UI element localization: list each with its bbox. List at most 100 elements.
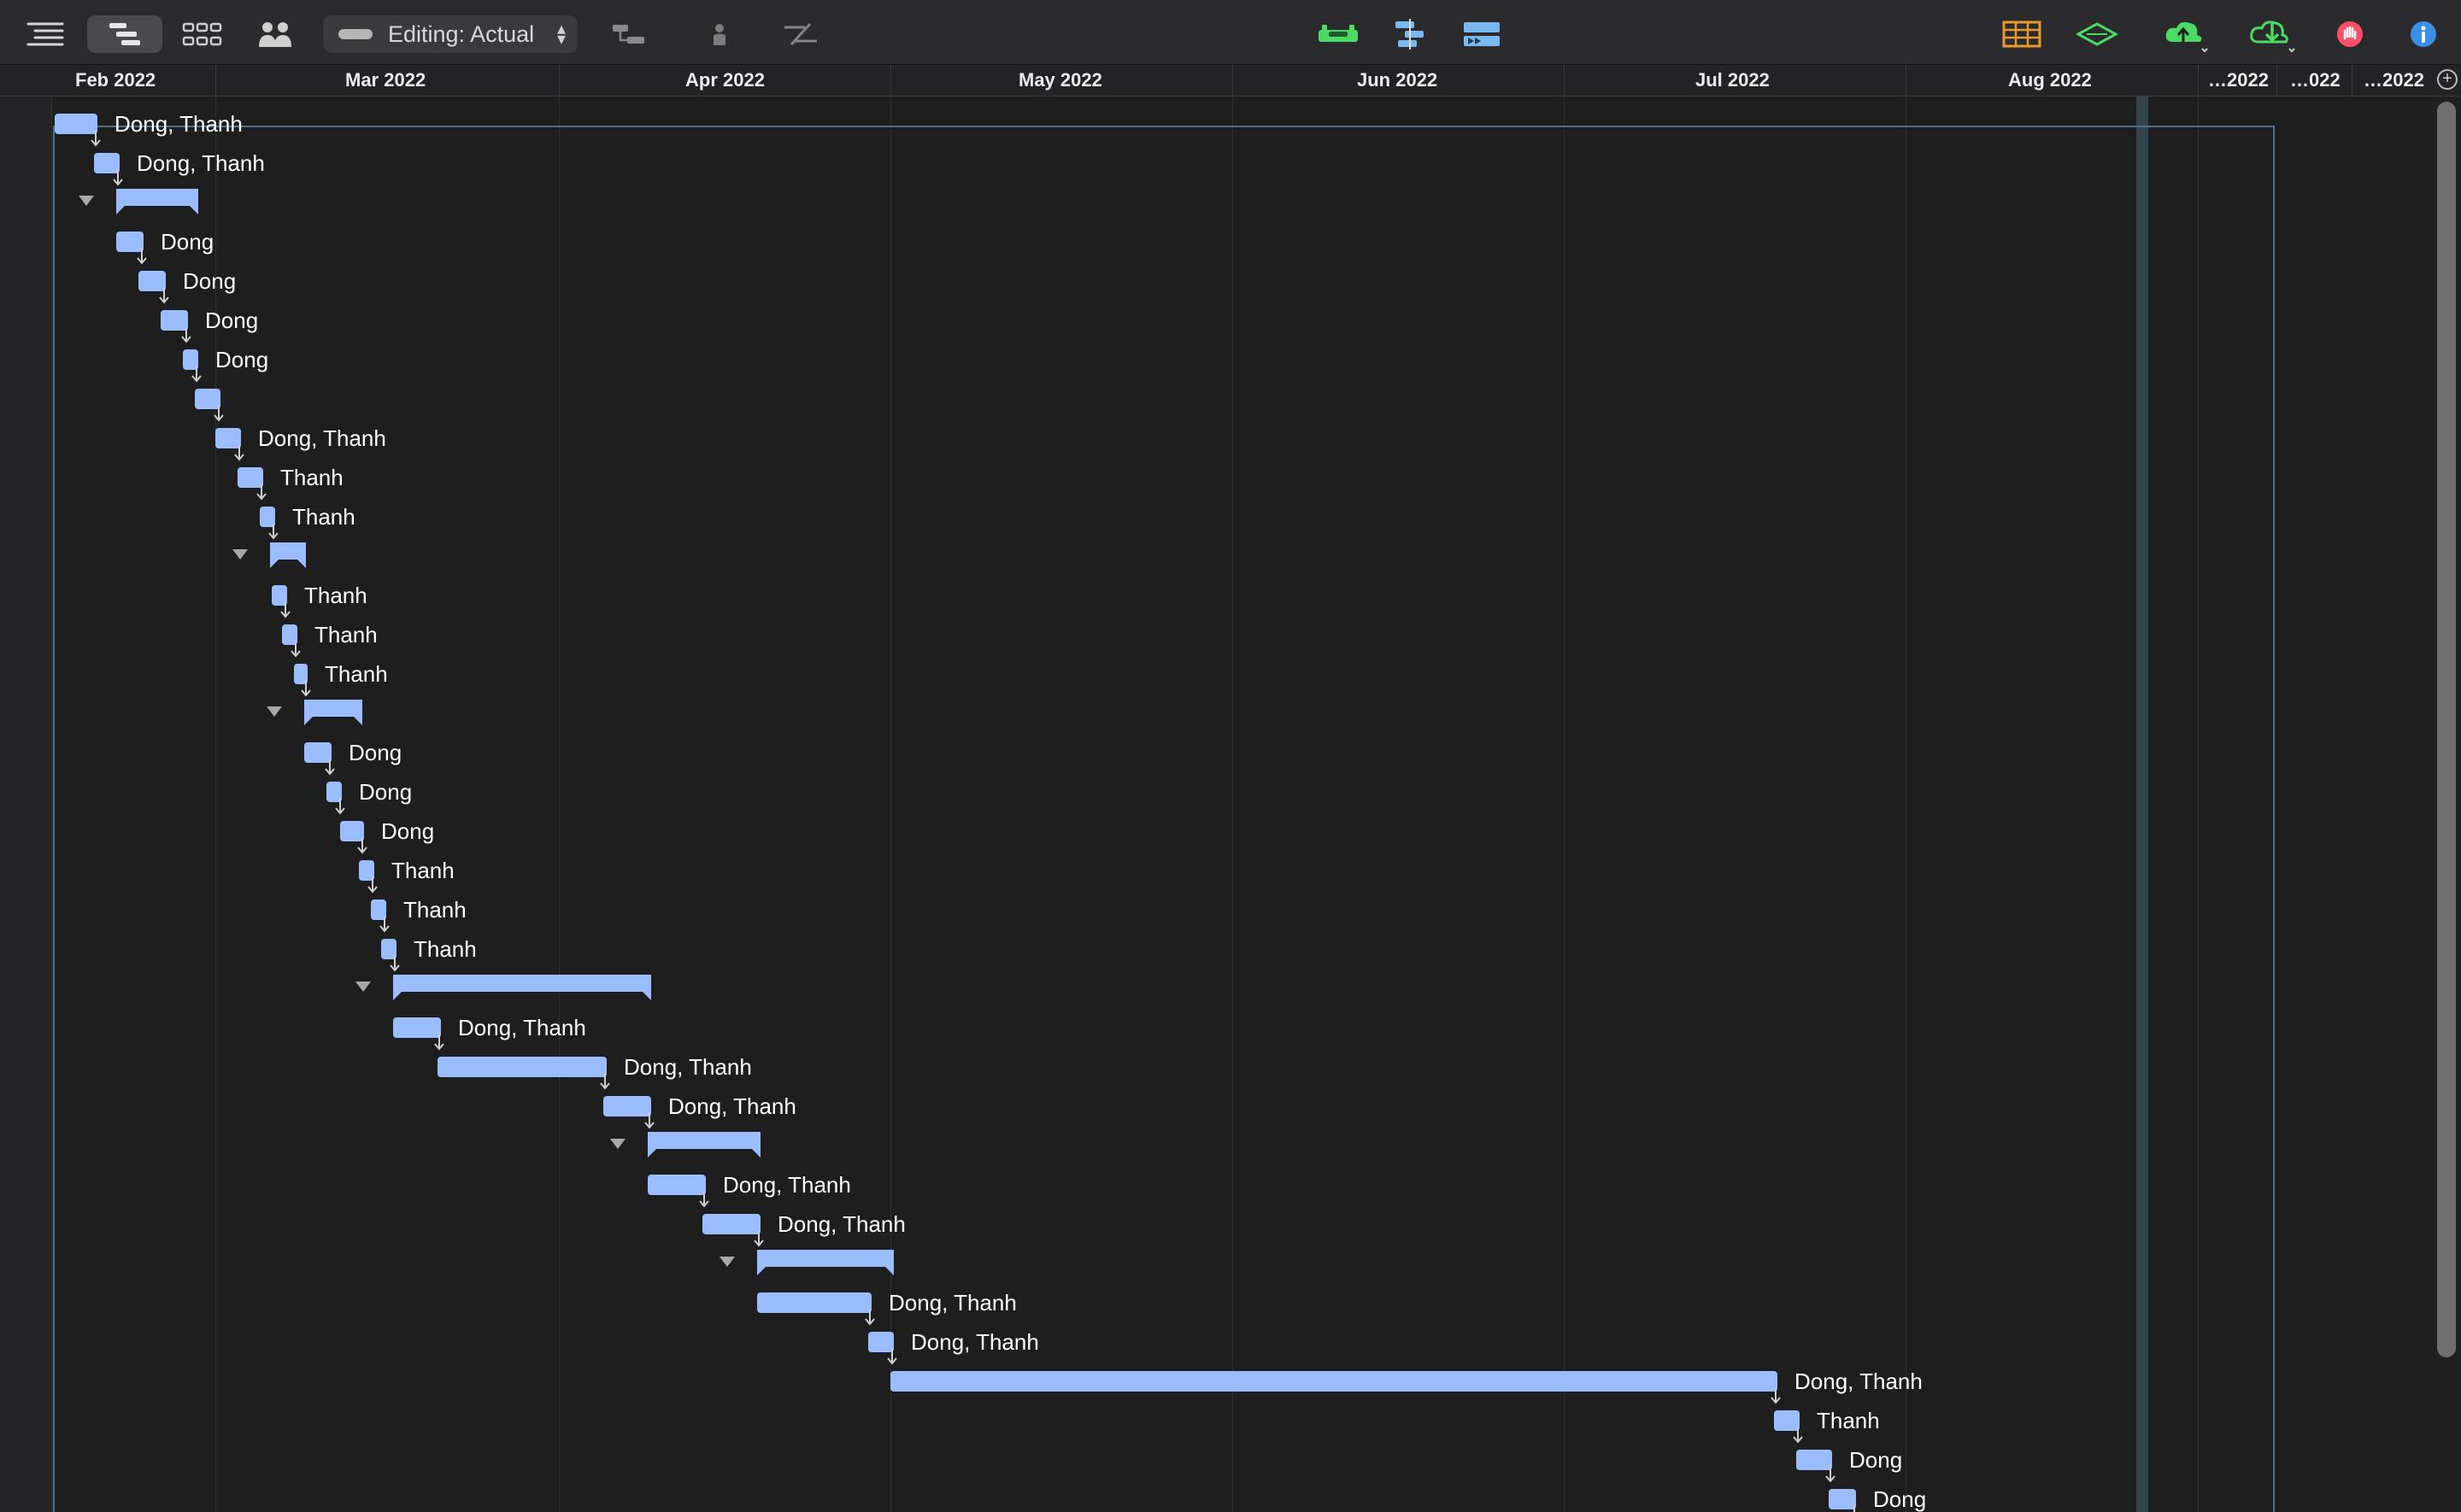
dependency-arrow [113,170,123,186]
dependency-arrow [390,956,400,972]
publish-icon[interactable] [2159,14,2213,56]
month-label: Feb 2022 [75,69,156,91]
dependency-arrow [181,327,191,343]
dependency-arrow [644,1113,655,1129]
dependency-arrow [137,249,147,265]
group-disclosure-icon[interactable] [232,549,248,560]
task-resource-label: Dong [349,740,402,765]
group-disclosure-icon[interactable] [720,1257,735,1267]
dependency-arrow [600,1074,610,1090]
task-resource-label: Dong [161,229,214,255]
task-resource-label: Dong, Thanh [115,111,243,137]
dependency-arrow [325,759,335,776]
dependency-arrow [191,366,202,383]
resource-person-icon[interactable] [701,15,738,53]
task-resource-label: Dong, Thanh [668,1093,796,1119]
updown-chevron-icon: ▴ ▾ [556,20,566,49]
dependency-arrow [1853,1506,1855,1512]
dependency-arrow [214,406,224,422]
month-label: Apr 2022 [685,69,765,91]
gantt-chart[interactable]: Dong, Thanh Dong, Thanh Dong Dong Dong Dong Do… [0,97,2461,1512]
dependency-arrow [234,445,244,461]
month-divider [1564,65,1565,97]
dependency-arrow [357,838,367,854]
info-icon[interactable] [2403,15,2444,53]
group-summary-bar[interactable] [393,975,651,1000]
task-resource-label: Thanh [314,622,378,648]
task-resource-label: Dong [1849,1447,1903,1473]
task-resource-label: Dong [215,347,269,372]
group-disclosure-icon[interactable] [610,1139,626,1149]
resources-view-icon[interactable] [253,15,297,53]
group-summary-bar[interactable] [116,189,198,214]
dependency-arrow [754,1231,764,1247]
task-bar[interactable] [438,1057,607,1077]
task-resource-label: Dong, Thanh [723,1172,851,1198]
timeline-header: Feb 2022 Mar 2022 Apr 2022 May 2022 Jun … [0,65,2461,97]
task-resource-label: Dong, Thanh [911,1329,1039,1355]
month-label: …2022 [2364,69,2424,91]
scrollbar-thumb[interactable] [2437,102,2456,1357]
group-summary-bar[interactable] [757,1250,894,1275]
task-bar[interactable] [757,1292,872,1313]
dependency-arrow [699,1192,709,1208]
dependency-arrow [367,877,378,894]
month-divider [1232,65,1233,97]
task-bar[interactable] [890,1371,1777,1392]
task-resource-label: Dong, Thanh [137,150,265,176]
task-resource-label: Dong [183,268,237,294]
group-summary-bar[interactable] [648,1132,761,1157]
sidebar-toggle-icon[interactable] [24,17,67,51]
task-resource-label: Dong, Thanh [258,425,386,451]
dependency-arrow [159,288,169,304]
group-disclosure-icon[interactable] [355,982,371,992]
task-resource-label: Thanh [304,583,367,608]
toolbar: Editing: Actual ▴ ▾ [0,0,2461,65]
dependency-arrow [865,1310,875,1326]
dependency-arrow [280,602,291,618]
group-disclosure-icon[interactable] [267,706,282,717]
month-label: …022 [2290,69,2341,91]
dependency-arrow [291,642,301,658]
add-column-button[interactable]: + [2437,69,2458,90]
dependency-arrow [887,1349,897,1365]
task-resource-label: Thanh [325,661,388,687]
task-resource-label: Dong, Thanh [624,1054,752,1080]
gantt-view-icon[interactable] [87,15,162,53]
dependency-arrow [91,131,101,147]
dependency-arrow [1771,1388,1781,1404]
group-summary-bar[interactable] [304,700,362,725]
split-task-icon[interactable] [776,15,824,53]
network-view-icon[interactable] [178,15,226,53]
month-divider [559,65,560,97]
left-gutter [0,97,52,1512]
connect-tasks-icon[interactable] [607,15,651,53]
task-resource-label: Dong [205,308,259,333]
task-resource-label: Dong, Thanh [889,1290,1017,1316]
stop-icon[interactable] [2329,15,2370,53]
dependency-arrow [335,799,345,815]
task-resource-label: Thanh [1817,1408,1880,1433]
critical-path-icon[interactable] [1458,15,1506,53]
month-label: Mar 2022 [345,69,426,91]
month-label: …2022 [2208,69,2269,91]
milestone-icon[interactable] [2073,15,2121,53]
dependency-arrow [1825,1467,1835,1483]
level-resources-icon[interactable] [1388,15,1432,53]
dependency-arrow [1793,1427,1803,1444]
month-label: Jul 2022 [1695,69,1770,91]
dependency-arrow [379,917,390,933]
task-resource-label: Thanh [391,858,455,883]
month-divider [2198,65,2199,97]
group-summary-bar[interactable] [270,542,306,568]
sync-icon[interactable] [2246,14,2300,56]
month-divider [215,65,216,97]
month-label: Aug 2022 [2008,69,2092,91]
task-resource-label: Thanh [414,936,477,962]
task-resource-label: Dong [1873,1486,1927,1512]
editing-mode-select[interactable]: Editing: Actual ▴ ▾ [323,15,578,53]
table-icon[interactable] [2000,15,2044,53]
dependency-arrow [301,681,311,697]
baseline-icon[interactable] [1314,15,1362,53]
group-disclosure-icon[interactable] [79,196,94,206]
